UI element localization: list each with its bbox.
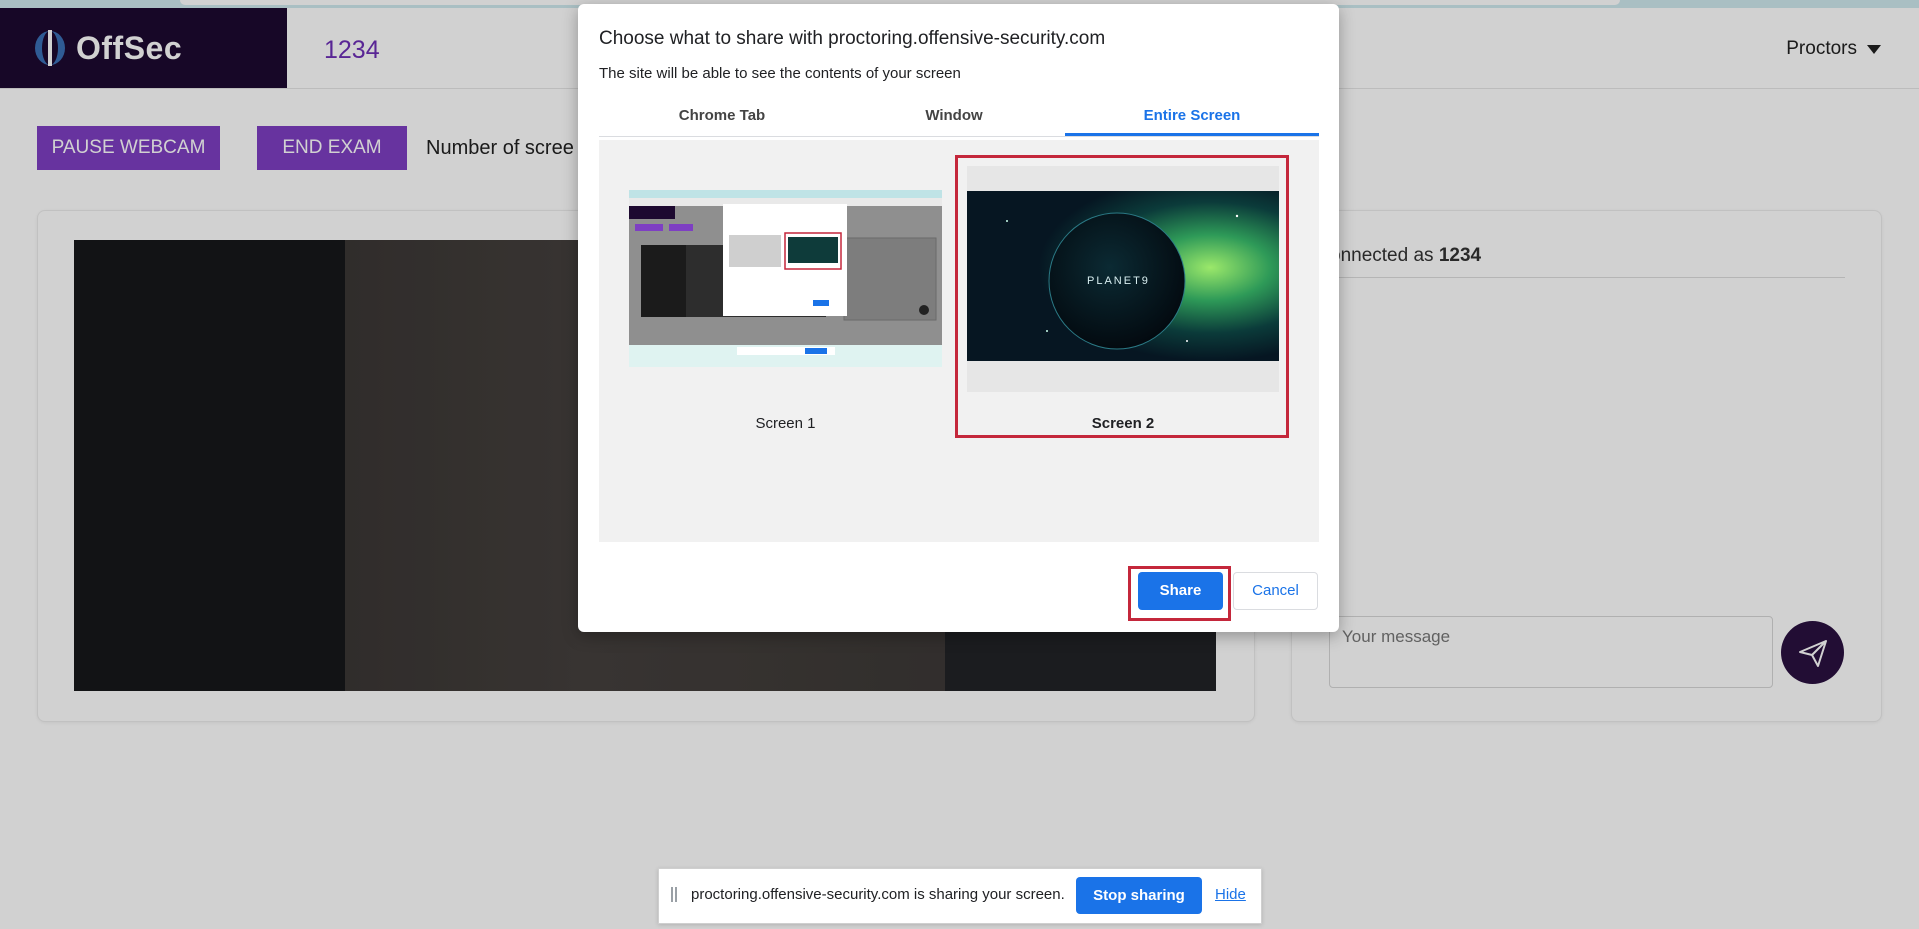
screen-1-thumbnail[interactable] [629,190,942,367]
tab-window[interactable]: Window [845,106,1063,136]
screen-1-preview [629,190,942,367]
sharing-message: proctoring.offensive-security.com is sha… [691,886,1065,903]
hide-link[interactable]: Hide [1215,886,1246,903]
drag-handle-icon[interactable] [671,887,677,902]
dialog-title: Choose what to share with proctoring.off… [599,28,1106,49]
tab-divider [599,136,1319,137]
screen-2-label: Screen 2 [1091,415,1155,432]
screen-1-label: Screen 1 [755,415,816,432]
dialog-subtitle: The site will be able to see the content… [599,65,961,82]
cancel-button[interactable]: Cancel [1233,572,1318,610]
tab-chrome-tab[interactable]: Chrome Tab [599,106,845,136]
selected-screen-highlight [955,155,1289,438]
share-button[interactable]: Share [1138,572,1223,610]
stop-sharing-button[interactable]: Stop sharing [1076,877,1202,914]
tab-entire-screen[interactable]: Entire Screen [1065,106,1319,136]
